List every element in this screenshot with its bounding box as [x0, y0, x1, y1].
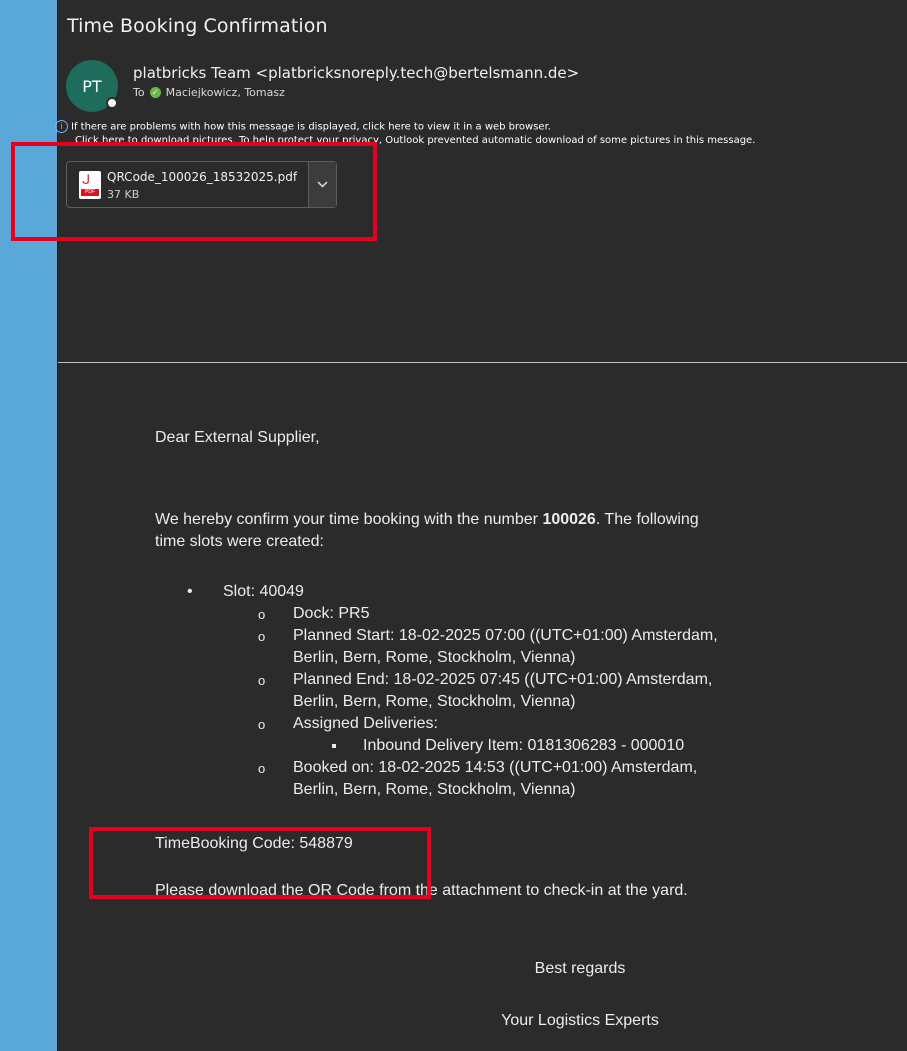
booked-on-line-1: Booked on: 18-02-2025 14:53 ((UTC+01:00)…	[293, 759, 698, 776]
highlight-box-code	[89, 827, 431, 899]
circle-bullet-icon: o	[258, 717, 266, 732]
square-bullet-icon	[332, 744, 336, 748]
circle-bullet-icon: o	[258, 607, 266, 622]
booked-on-line-2: Berlin, Bern, Rome, Stockholm, Vienna)	[293, 781, 576, 798]
info-line-web[interactable]: If there are problems with how this mess…	[71, 122, 551, 133]
info-bar[interactable]: i If there are problems with how this mes…	[55, 120, 755, 146]
presence-status-icon	[106, 97, 118, 109]
planned-start-line-1: Planned Start: 18-02-2025 07:00 ((UTC+01…	[293, 627, 718, 644]
info-icon: i	[55, 120, 68, 133]
delivery-item-line: Inbound Delivery Item: 0181306283 - 0000…	[363, 737, 685, 754]
circle-bullet-icon: o	[258, 629, 266, 644]
slot-line: Slot: 40049	[223, 583, 304, 600]
dock-line: Dock: PR5	[293, 605, 370, 622]
circle-bullet-icon: o	[258, 761, 266, 776]
signature: Your Logistics Experts	[501, 1012, 659, 1029]
sender-name[interactable]: platbricks Team <platbricksnoreply.tech@…	[133, 64, 579, 82]
bullet-disc-icon: •	[187, 583, 193, 600]
intro-line-1: We hereby confirm your time booking with…	[155, 511, 699, 528]
booking-number: 100026	[542, 511, 596, 528]
intro-line-2: time slots were created:	[155, 533, 324, 550]
highlight-box-attachment	[11, 142, 377, 241]
recipient-line: To ✓ Maciejkowicz, Tomasz	[133, 86, 285, 99]
planned-end-line-1: Planned End: 18-02-2025 07:45 ((UTC+01:0…	[293, 671, 713, 688]
planned-end-line-2: Berlin, Bern, Rome, Stockholm, Vienna)	[293, 693, 576, 710]
planned-start-line-2: Berlin, Bern, Rome, Stockholm, Vienna)	[293, 649, 576, 666]
assigned-deliveries-line: Assigned Deliveries:	[293, 715, 438, 732]
greeting: Dear External Supplier,	[155, 429, 320, 446]
to-label: To	[133, 86, 145, 99]
circle-bullet-icon: o	[258, 673, 266, 688]
closing-regards: Best regards	[534, 960, 626, 977]
recipient-name[interactable]: Maciejkowicz, Tomasz	[166, 86, 285, 99]
email-subject: Time Booking Confirmation	[67, 15, 328, 37]
available-check-icon: ✓	[149, 87, 161, 98]
header-divider	[58, 362, 907, 363]
